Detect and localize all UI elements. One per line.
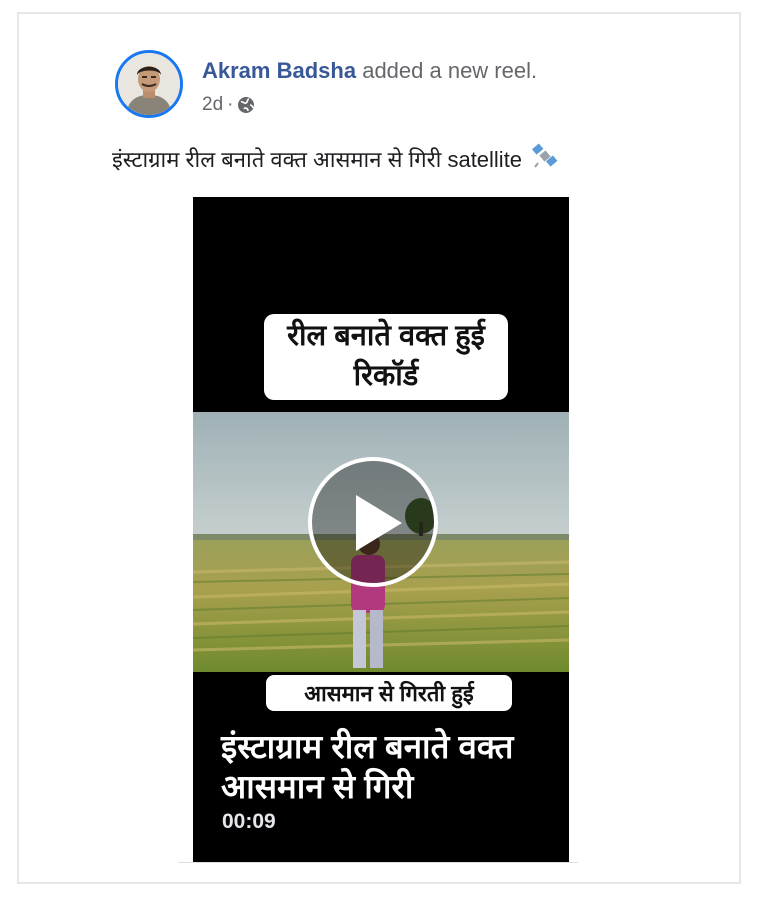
meta-separator: ·: [227, 94, 234, 115]
author-name-link[interactable]: Akram Badsha: [202, 58, 356, 83]
post-meta: 2d ·: [202, 94, 255, 116]
reel-video-player[interactable]: रील बनाते वक्त हुई रिकॉर्ड आसमान से गिरत…: [193, 197, 569, 862]
post-divider: [178, 862, 578, 863]
post-header-line: Akram Badsha added a new reel.: [202, 58, 537, 84]
post-caption: इंस्टाग्राम रील बनाते वक्त आसमान से गिरी…: [112, 141, 560, 177]
satellite-icon: [530, 141, 560, 177]
post-action-text: added a new reel.: [362, 58, 538, 83]
play-button[interactable]: [308, 457, 438, 587]
avatar[interactable]: [115, 50, 183, 118]
video-title-overlay: इंस्टाग्राम रील बनाते वक्त आसमान से गिरी: [221, 728, 514, 805]
video-top-label: रील बनाते वक्त हुई रिकॉर्ड: [264, 314, 508, 400]
post-timestamp[interactable]: 2d: [202, 94, 223, 116]
globe-icon[interactable]: [237, 96, 255, 114]
video-duration: 00:09: [222, 810, 276, 833]
caption-text: इंस्टाग्राम रील बनाते वक्त आसमान से गिरी…: [112, 147, 523, 172]
play-icon: [356, 495, 402, 551]
video-bottom-label: आसमान से गिरती हुई: [266, 675, 512, 711]
